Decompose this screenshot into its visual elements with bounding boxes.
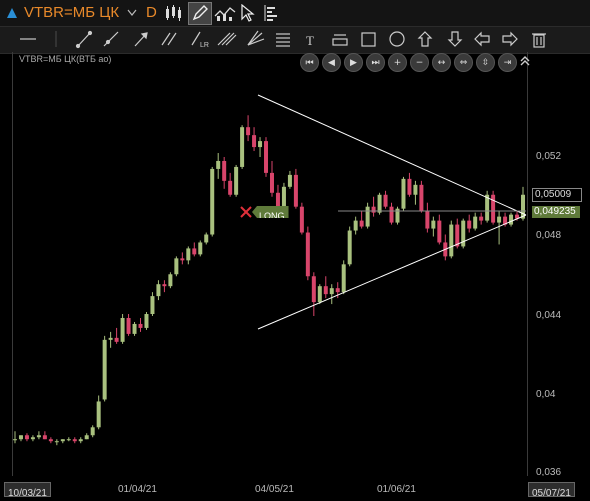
scroll-left-button[interactable]: ◀ (322, 53, 341, 72)
candlestick-type-icon[interactable] (164, 4, 184, 22)
zoom-out-button[interactable]: − (410, 53, 429, 72)
title-bar: VTBR=МБ ЦК D (0, 0, 590, 26)
long-trade-tag[interactable]: LONG (252, 206, 289, 218)
chart-panel[interactable]: VTBR=МБ ЦК(ВТБ ао) (12, 52, 528, 477)
close-marker-icon[interactable] (239, 205, 253, 219)
chart-instrument-label: VTBR=МБ ЦК(ВТБ ао) (19, 54, 112, 64)
marker-price-badge: 0,049235 (532, 206, 580, 218)
scroll-end-button[interactable]: ⏭ (366, 53, 385, 72)
price-tick: 0,048 (536, 230, 562, 241)
compress-button[interactable]: ⇔ (454, 53, 473, 72)
indicator-icon[interactable] (214, 4, 236, 22)
drawing-tools-icons: LR T (20, 30, 546, 49)
order-book-icon[interactable] (262, 4, 280, 22)
chevron-down-icon[interactable] (127, 9, 137, 17)
svg-text:LR: LR (200, 42, 209, 49)
up-triangle-icon (7, 8, 17, 18)
zoom-in-button[interactable]: + (388, 53, 407, 72)
date-label: 01/04/21 (118, 484, 157, 495)
reset-view-button[interactable]: ⇥ (498, 53, 517, 72)
date-label: 05/07/21 (532, 488, 571, 499)
date-start-badge: 10/03/21 (4, 482, 51, 499)
price-tick: 0,052 (536, 151, 562, 162)
draw-mode-button[interactable] (188, 2, 212, 25)
price-tick: 0,04 (536, 389, 556, 400)
scroll-right-small-button[interactable]: ▶ (344, 53, 363, 72)
expand-button[interactable]: ⇳ (476, 53, 495, 72)
price-tick: 0,044 (536, 310, 562, 321)
scroll-start-button[interactable]: ⏮ (300, 53, 319, 72)
date-end-badge: 05/07/21 (528, 482, 575, 499)
drawing-toolbar: LR T (0, 26, 590, 54)
svg-text:T: T (306, 33, 314, 48)
last-price-label: 0,05009 (535, 189, 572, 200)
pencil-icon (192, 5, 208, 21)
cursor-icon[interactable] (240, 4, 256, 22)
symbol-selector[interactable]: VTBR=МБ ЦК (24, 4, 119, 21)
date-axis[interactable]: 10/03/21 01/04/21 04/05/21 01/06/21 05/0… (0, 476, 590, 501)
date-label: 01/06/21 (377, 484, 416, 495)
fit-button[interactable]: ↔ (432, 53, 451, 72)
last-price-badge: 0,05009 (532, 188, 582, 202)
date-label: 04/05/21 (255, 484, 294, 495)
date-label: 10/03/21 (8, 488, 47, 499)
marker-price-label: 0,049235 (534, 206, 576, 217)
interval-selector[interactable]: D (146, 4, 157, 21)
price-axis[interactable]: 0,052 0,048 0,044 0,04 0,036 0,05009 0,0… (526, 52, 590, 478)
